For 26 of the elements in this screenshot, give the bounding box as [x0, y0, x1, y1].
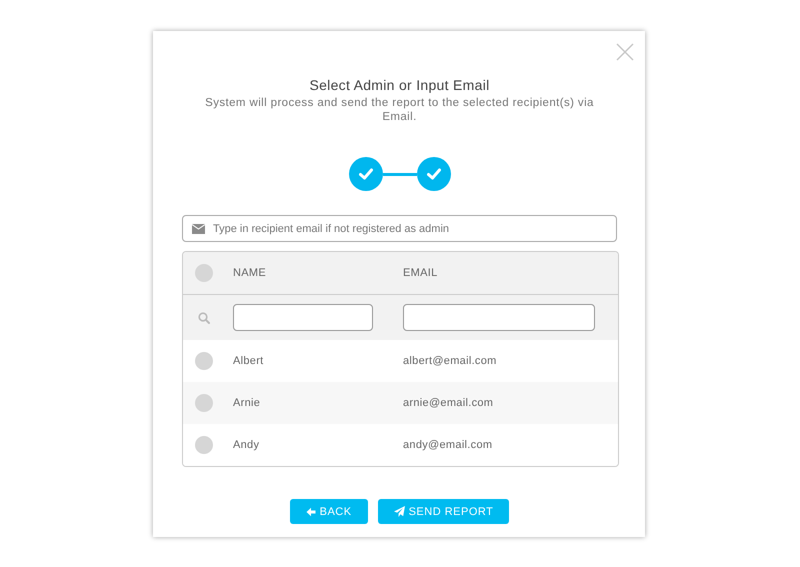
envelope-icon — [192, 224, 205, 234]
check-icon — [426, 168, 440, 180]
recipient-email-field[interactable]: Type in recipient email if not registered as admin — [182, 215, 617, 242]
select-all-radio[interactable] — [195, 264, 213, 282]
table-cell: Albert — [233, 355, 264, 367]
column-header: NAME — [233, 267, 266, 279]
back-button[interactable]: BACK — [290, 499, 368, 524]
row-radio[interactable] — [195, 436, 213, 454]
column-header: EMAIL — [403, 267, 438, 279]
table-cell: Arnie — [233, 397, 260, 409]
dialog-title: Select Admin or Input Email — [308, 77, 491, 93]
send-report-button[interactable]: SEND REPORT — [378, 499, 510, 524]
paper-plane-icon — [394, 506, 405, 517]
table-cell: arnie@email.com — [403, 397, 494, 409]
table-cell: andy@email.com — [403, 439, 492, 451]
row-radio[interactable] — [195, 394, 213, 412]
email-filter-field[interactable] — [403, 304, 595, 331]
row-radio[interactable] — [195, 352, 213, 370]
check-icon — [358, 168, 372, 180]
close-icon[interactable] — [616, 43, 634, 61]
search-icon — [198, 312, 210, 324]
name-filter-field[interactable] — [233, 304, 373, 331]
table-cell: Andy — [233, 439, 260, 451]
arrow-left-icon — [306, 506, 316, 516]
dialog-subtitle: System will process and send the report to the selected recipient(s) via Email. — [204, 96, 595, 124]
table-cell: albert@email.com — [403, 355, 497, 367]
